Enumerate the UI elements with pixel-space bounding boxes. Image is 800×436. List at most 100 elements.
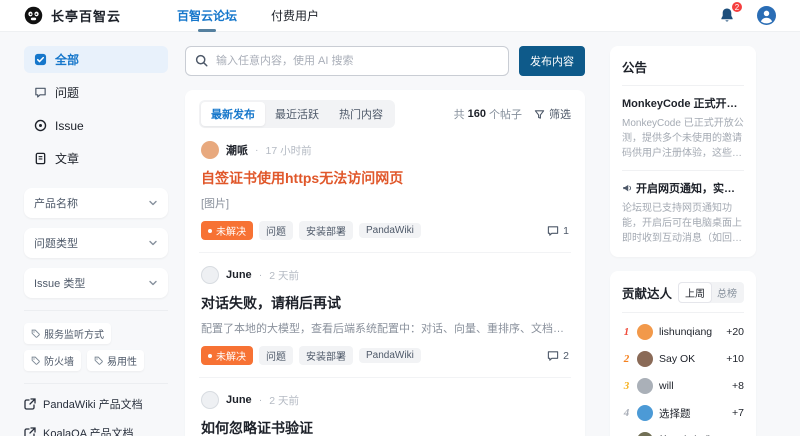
nav-tab-paid-users[interactable]: 付费用户 xyxy=(271,0,319,32)
logo-panda-icon xyxy=(24,6,43,25)
sidebar-divider xyxy=(24,383,168,384)
status-label: 未解决 xyxy=(216,352,246,363)
post-title[interactable]: 自签证书使用https无法访问网页 xyxy=(201,168,569,188)
tab-recent-active[interactable]: 最近活跃 xyxy=(265,102,329,126)
contributor-score: +20 xyxy=(726,326,744,338)
sidebar-item-label: 问题 xyxy=(55,86,80,100)
contributor-score: +7 xyxy=(732,407,744,419)
comment-number: 2 xyxy=(563,349,569,362)
comment-count[interactable]: 2 xyxy=(547,350,569,362)
sidebar-item-label: Issue xyxy=(55,118,84,133)
filter-label: 筛选 xyxy=(549,109,571,121)
tag-icon xyxy=(31,356,40,365)
post-time: 17 小时前 xyxy=(265,144,312,157)
sidebar-item-issue[interactable]: Issue xyxy=(24,112,168,139)
card-divider xyxy=(622,312,744,313)
tab-latest[interactable]: 最新发布 xyxy=(201,102,265,126)
chevron-down-icon xyxy=(148,278,158,288)
author-avatar[interactable] xyxy=(201,141,219,159)
card-divider xyxy=(622,85,744,86)
tab-hot[interactable]: 热门内容 xyxy=(329,102,393,126)
announcements-card: 公告 MonkeyCode 正式开放公测，邀... MonkeyCode 已正式… xyxy=(610,46,756,257)
tag-pill[interactable]: 易用性 xyxy=(87,350,144,371)
announcement-item[interactable]: 开启网页通知，实时掌握互动... 论坛现已支持网页通知功能，开启后可在电脑桌面上… xyxy=(622,170,744,246)
meta-separator: · xyxy=(258,269,263,281)
sidebar-item-label: 文章 xyxy=(55,152,80,166)
contributor-avatar xyxy=(637,378,653,394)
tag-pill[interactable]: 服务监听方式 xyxy=(24,323,111,344)
post-title[interactable]: 对话失败，请稍后再试 xyxy=(201,293,569,313)
status-dot-icon xyxy=(208,228,212,233)
publish-button[interactable]: 发布内容 xyxy=(519,46,585,76)
post-author[interactable]: 潮哌 xyxy=(226,142,248,158)
post-author[interactable]: June xyxy=(226,394,252,406)
post-tag[interactable]: 问题 xyxy=(259,221,293,240)
sidebar-item-all[interactable]: 全部 xyxy=(24,46,168,73)
external-link-icon xyxy=(24,398,36,410)
feed-meta: 共 160 个帖子 筛选 xyxy=(454,106,571,122)
question-type-select[interactable]: 问题类型 xyxy=(24,228,168,258)
sidebar-item-questions[interactable]: 问题 xyxy=(24,79,168,106)
post-meta: 潮哌 · 17 小时前 xyxy=(201,141,569,159)
chevron-down-icon xyxy=(148,198,158,208)
tab-last-week[interactable]: 上周 xyxy=(679,283,711,302)
post-meta: June · 2 天前 xyxy=(201,266,569,284)
megaphone-icon xyxy=(622,183,632,193)
author-avatar[interactable] xyxy=(201,266,219,284)
contributor-row[interactable]: 3 will +8 xyxy=(622,378,744,394)
rank-number: 1 xyxy=(623,326,630,338)
notification-bell[interactable]: 2 xyxy=(719,1,743,24)
sidebar-item-articles[interactable]: 文章 xyxy=(24,145,168,172)
announcement-body: 论坛现已支持网页通知功能，开启后可在电脑桌面上即时收到互动消息（如回答、点赞、评… xyxy=(622,203,742,244)
contributors-tabs: 上周 总榜 xyxy=(678,282,744,303)
tag-pill[interactable]: 防火墙 xyxy=(24,350,81,371)
link-koalaqa-docs[interactable]: KoalaQA 产品文档 xyxy=(24,425,168,436)
main-nav: 百智云论坛 付费用户 xyxy=(177,0,319,32)
issue-type-select[interactable]: Issue 类型 xyxy=(24,268,168,298)
status-label: 未解决 xyxy=(216,227,246,238)
link-pandawiki-docs[interactable]: PandaWiki 产品文档 xyxy=(24,396,168,412)
funnel-icon xyxy=(534,109,545,120)
contributor-row[interactable]: 2 Say OK +10 xyxy=(622,351,744,367)
contributor-row[interactable]: 5 等一人咖啡 +6 xyxy=(622,432,744,436)
post-tag[interactable]: 安装部署 xyxy=(299,346,353,365)
announcement-item[interactable]: MonkeyCode 正式开放公测，邀... MonkeyCode 已正式开放公… xyxy=(622,95,744,161)
contributor-row[interactable]: 4 选择题 +7 xyxy=(622,405,744,421)
contributor-name: 选择题 xyxy=(659,407,691,420)
contributor-avatar xyxy=(637,351,653,367)
announcement-title-text: MonkeyCode 正式开放公测，邀... xyxy=(622,98,744,110)
post-count: 160 xyxy=(467,108,486,120)
post-tag[interactable]: 问题 xyxy=(259,346,293,365)
contributor-name: 等一人咖啡 xyxy=(659,433,726,436)
post-author[interactable]: June xyxy=(226,269,252,281)
search-input[interactable] xyxy=(185,46,509,76)
post-title[interactable]: 如何忽略证书验证 xyxy=(201,418,569,436)
comment-count[interactable]: 1 xyxy=(547,225,569,237)
nav-tab-forum[interactable]: 百智云论坛 xyxy=(177,0,237,32)
post-tag[interactable]: PandaWiki xyxy=(359,348,421,363)
status-badge: 未解决 xyxy=(201,346,253,365)
meta-separator: · xyxy=(258,394,263,406)
tag-icon xyxy=(31,329,40,338)
comment-icon xyxy=(547,350,559,362)
product-name-select[interactable]: 产品名称 xyxy=(24,188,168,218)
post-tag[interactable]: 安装部署 xyxy=(299,221,353,240)
author-avatar[interactable] xyxy=(201,391,219,409)
check-square-icon xyxy=(34,53,47,66)
notification-badge: 2 xyxy=(731,1,743,13)
post-time: 2 天前 xyxy=(269,394,299,407)
filter-button[interactable]: 筛选 xyxy=(534,106,571,122)
select-label: 问题类型 xyxy=(34,238,78,250)
tab-all-time[interactable]: 总榜 xyxy=(711,283,743,302)
brand[interactable]: 长亭百智云 xyxy=(24,6,121,25)
status-badge: 未解决 xyxy=(201,221,253,240)
post-tag[interactable]: PandaWiki xyxy=(359,223,421,238)
user-avatar[interactable] xyxy=(757,6,776,25)
post-item: June · 2 天前 如何忽略证书验证 在连接内网中部署的大模型时，报错：fa… xyxy=(199,378,571,436)
tag-icon xyxy=(94,356,103,365)
contributor-row[interactable]: 1 lishunqiang +20 xyxy=(622,324,744,340)
main-column: 发布内容 最新发布 最近活跃 热门内容 共 160 个帖子 筛选 xyxy=(185,46,585,436)
select-label: Issue 类型 xyxy=(34,278,86,290)
announcement-body: MonkeyCode 已正式开放公测，提供多个未使用的邀请码供用户注册体验，这些… xyxy=(622,118,744,159)
site-title: 长亭百智云 xyxy=(51,9,122,24)
